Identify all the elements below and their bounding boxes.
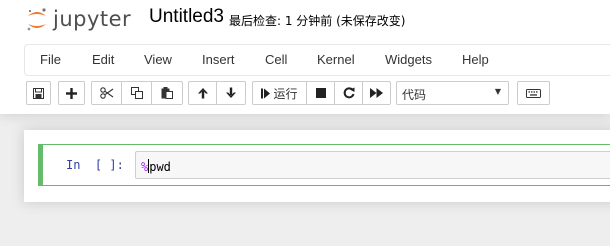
jupyter-notebook-page: jupyter Untitled3 最后检查: 1 分钟前 (未保存改变) Fi… <box>0 0 610 246</box>
menu-widgets[interactable]: Widgets <box>385 52 432 67</box>
cut-icon <box>99 87 114 99</box>
code-text: %pwd <box>141 159 171 174</box>
cut-button[interactable] <box>92 82 122 104</box>
cell-type-select[interactable]: 代码 ▼ <box>396 81 509 105</box>
save-icon <box>33 87 44 99</box>
move-down-button[interactable] <box>217 82 245 104</box>
jupyter-logo[interactable]: jupyter <box>26 5 131 35</box>
code-cell[interactable]: In [ ]: %pwd <box>38 144 610 186</box>
chevron-down-icon: ▼ <box>494 87 501 96</box>
save-button[interactable] <box>27 82 50 104</box>
menu-edit[interactable]: Edit <box>92 52 114 67</box>
restart-kernel-button[interactable] <box>335 82 363 104</box>
toolbar-group-keyboard <box>517 81 550 105</box>
jupyter-logo-icon <box>26 7 48 33</box>
plus-icon <box>66 87 77 99</box>
menu-kernel[interactable]: Kernel <box>317 52 355 67</box>
toolbar-group-move <box>188 81 246 105</box>
copy-button[interactable] <box>122 82 152 104</box>
refresh-icon <box>343 87 355 99</box>
command-palette-button[interactable] <box>518 82 549 104</box>
toolbar-group-run: 运行 <box>252 81 391 105</box>
input-prompt: In [ ]: <box>66 158 124 172</box>
move-up-button[interactable] <box>189 82 217 104</box>
code-magic-symbol: % <box>141 160 149 174</box>
insert-cell-button[interactable] <box>59 82 84 104</box>
arrow-up-icon <box>197 87 209 99</box>
copy-icon <box>130 87 143 99</box>
toolbar-group-save <box>26 81 51 105</box>
cell-type-value: 代码 <box>402 88 427 102</box>
restart-run-all-button[interactable] <box>363 82 390 104</box>
notebook-title[interactable]: Untitled3 <box>149 6 224 28</box>
run-button-label: 运行 <box>273 86 298 101</box>
stop-icon <box>315 88 326 98</box>
save-status: 最后检查: 1 分钟前 (未保存改变) <box>229 14 406 28</box>
code-command: pwd <box>149 160 171 174</box>
menubar: File Edit View Insert Cell Kernel Widget… <box>24 44 610 76</box>
run-button[interactable]: 运行 <box>253 82 307 104</box>
toolbar-group-insert <box>58 81 85 105</box>
header: jupyter Untitled3 最后检查: 1 分钟前 (未保存改变) Fi… <box>0 0 610 114</box>
menu-file[interactable]: File <box>40 52 61 67</box>
fast-forward-icon <box>370 88 383 98</box>
keyboard-icon <box>526 88 541 98</box>
jupyter-wordmark: jupyter <box>53 7 132 31</box>
step-forward-icon <box>261 88 271 99</box>
menu-view[interactable]: View <box>144 52 172 67</box>
paste-button[interactable] <box>152 82 182 104</box>
arrow-down-icon <box>225 87 237 99</box>
toolbar-group-clipboard <box>91 81 183 105</box>
notebook-container: In [ ]: %pwd <box>24 130 610 202</box>
paste-icon <box>161 87 173 99</box>
menu-cell[interactable]: Cell <box>265 52 287 67</box>
interrupt-kernel-button[interactable] <box>307 82 335 104</box>
menu-help[interactable]: Help <box>462 52 489 67</box>
menu-insert[interactable]: Insert <box>202 52 235 67</box>
code-editor[interactable]: %pwd <box>135 151 610 179</box>
